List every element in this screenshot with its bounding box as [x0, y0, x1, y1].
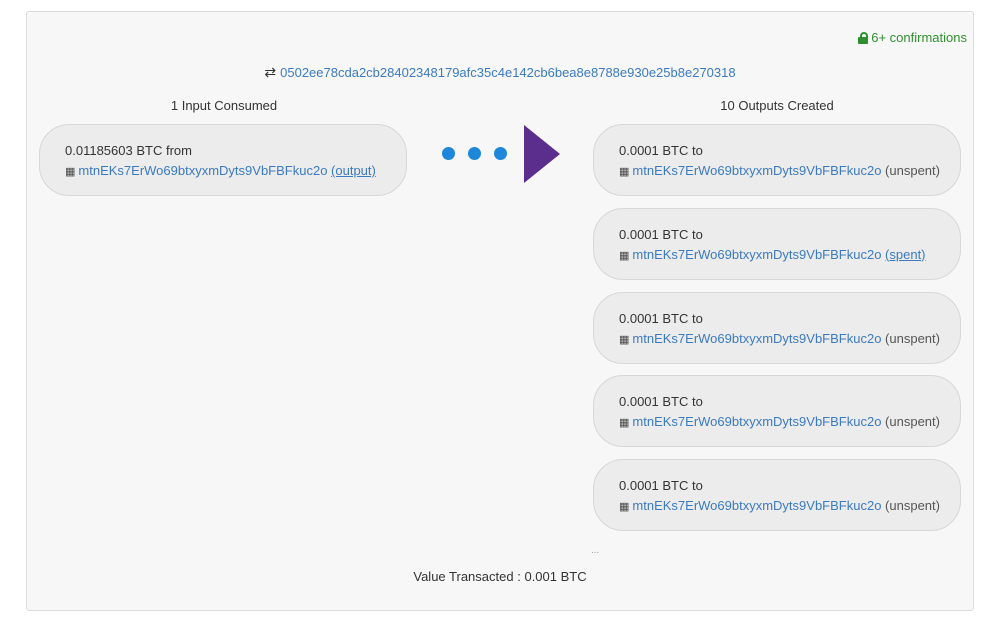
inputs-header: 1 Input Consumed — [170, 98, 278, 113]
address-link[interactable]: mtnEKs7ErWo69btxyxmDyts9VbFBFkuc2o — [632, 163, 881, 178]
amount-line: 0.0001 BTC to — [619, 392, 960, 412]
flow-dots — [442, 147, 507, 160]
outputs.items-box: 0.0001 BTC to ▦ mtnEKs7ErWo69btxyxmDyts9Vb… — [593, 207, 961, 280]
status-label: (unspent) — [885, 498, 940, 513]
value-transacted-label: Value Transacted — [413, 569, 514, 584]
amount-line: 0.0001 BTC to — [619, 476, 960, 496]
address-link[interactable]: mtnEKs7ErWo69btxyxmDyts9VbFBFkuc2o — [632, 247, 881, 262]
address-link[interactable]: mtnEKs7ErWo69btxyxmDyts9VbFBFkuc2o — [632, 414, 881, 429]
amount: 0.0001 BTC — [619, 394, 689, 410]
direction-label: to — [692, 478, 703, 493]
direction-label: to — [692, 394, 703, 410]
amount: 0.0001 BTC — [619, 226, 689, 242]
value-transacted-separator: : — [517, 569, 521, 584]
status-label[interactable]: (output) — [331, 163, 376, 178]
txid-row: ⇄ 0502ee78cda2cb28402348179afc35c4e142cb6… — [27, 64, 973, 81]
outputs.items-box: 0.0001 BTC to ▦ mtnEKs7ErWo69btxyxmDyts9Vb… — [593, 375, 961, 448]
flow-dot — [494, 147, 507, 160]
address-line: ▦ mtnEKs7ErWo69btxyxmDyts9VbFBFkuc2o (uns… — [619, 496, 960, 517]
address-link[interactable]: mtnEKs7ErWo69btxyxmDyts9VbFBFkuc2o — [632, 498, 881, 513]
transaction-panel: 6+ confirmations ⇄ 0502ee78cda2cb28402348… — [26, 11, 974, 611]
qr-code-icon[interactable]: ▦ — [619, 166, 629, 178]
swap-arrows-icon: ⇄ — [264, 64, 277, 80]
address-line: ▦ mtnEKs7ErWo69btxyxmDyts9VbFBFkuc2o (uns… — [619, 329, 960, 350]
address-line: ▦ mtnEKs7ErWo69btxyxmDyts9VbFBFkuc2o (spe… — [619, 245, 960, 266]
direction-label: from — [165, 143, 192, 158]
confirmations-badge: 6+ confirmations — [858, 30, 967, 45]
lock-icon — [858, 32, 869, 44]
more-outputs-ellipsis: ... — [591, 545, 600, 556]
amount-line: 0.01185603 BTC from — [65, 141, 406, 161]
direction-label: to — [692, 310, 703, 326]
amount-line: 0.0001 BTC to — [619, 141, 960, 161]
qr-code-icon[interactable]: ▦ — [619, 250, 629, 262]
outputs.items-box: 0.0001 BTC to ▦ mtnEKs7ErWo69btxyxmDyts9Vb… — [593, 459, 961, 531]
amount: 0.0001 BTC — [619, 478, 689, 493]
outputs.items-box: 0.0001 BTC to ▦ mtnEKs7ErWo69btxyxmDyts9Vb… — [593, 124, 961, 196]
status-label[interactable]: (spent) — [885, 247, 925, 262]
flow-dot — [468, 147, 481, 160]
address-link[interactable]: mtnEKs7ErWo69btxyxmDyts9VbFBFkuc2o — [78, 163, 327, 178]
amount: 0.0001 BTC — [619, 143, 689, 158]
confirmations-label: 6+ confirmations — [871, 30, 967, 45]
status-label: (unspent) — [885, 330, 940, 346]
direction-label: to — [692, 143, 703, 158]
status-label: (unspent) — [885, 163, 940, 178]
qr-code-icon[interactable]: ▦ — [65, 166, 75, 178]
value-transacted-amount: 0.001 BTC — [524, 569, 587, 584]
flow-arrow-icon — [524, 125, 560, 183]
qr-code-icon[interactable]: ▦ — [619, 334, 629, 346]
outputs.items-box: 0.0001 BTC to ▦ mtnEKs7ErWo69btxyxmDyts9Vb… — [593, 291, 961, 364]
amount: 0.0001 BTC — [619, 310, 689, 326]
flow-dot — [442, 147, 455, 160]
amount-line: 0.0001 BTC to — [619, 225, 960, 245]
address-link[interactable]: mtnEKs7ErWo69btxyxmDyts9VbFBFkuc2o — [632, 331, 881, 346]
inputs.items-box: 0.01185603 BTC from ▦ mtnEKs7ErWo69btxyxmD… — [39, 124, 407, 196]
direction-label: to — [692, 226, 703, 242]
qr-code-icon[interactable]: ▦ — [619, 501, 629, 513]
outputs-header: 10 Outputs Created — [720, 98, 834, 113]
address-line: ▦ mtnEKs7ErWo69btxyxmDyts9VbFBFkuc2o (uns… — [619, 412, 960, 433]
amount: 0.01185603 BTC — [65, 143, 163, 158]
address-line: ▦ mtnEKs7ErWo69btxyxmDyts9VbFBFkuc2o (uns… — [619, 161, 960, 182]
status-label: (unspent) — [885, 414, 940, 430]
value-transacted: Value Transacted : 0.001 BTC — [27, 569, 973, 584]
qr-code-icon[interactable]: ▦ — [619, 417, 629, 429]
amount-line: 0.0001 BTC to — [619, 309, 960, 329]
address-line: ▦ mtnEKs7ErWo69btxyxmDyts9VbFBFkuc2o (out… — [65, 161, 406, 182]
txid-link[interactable]: 0502ee78cda2cb28402348179afc35c4e142cb6b… — [280, 65, 735, 80]
